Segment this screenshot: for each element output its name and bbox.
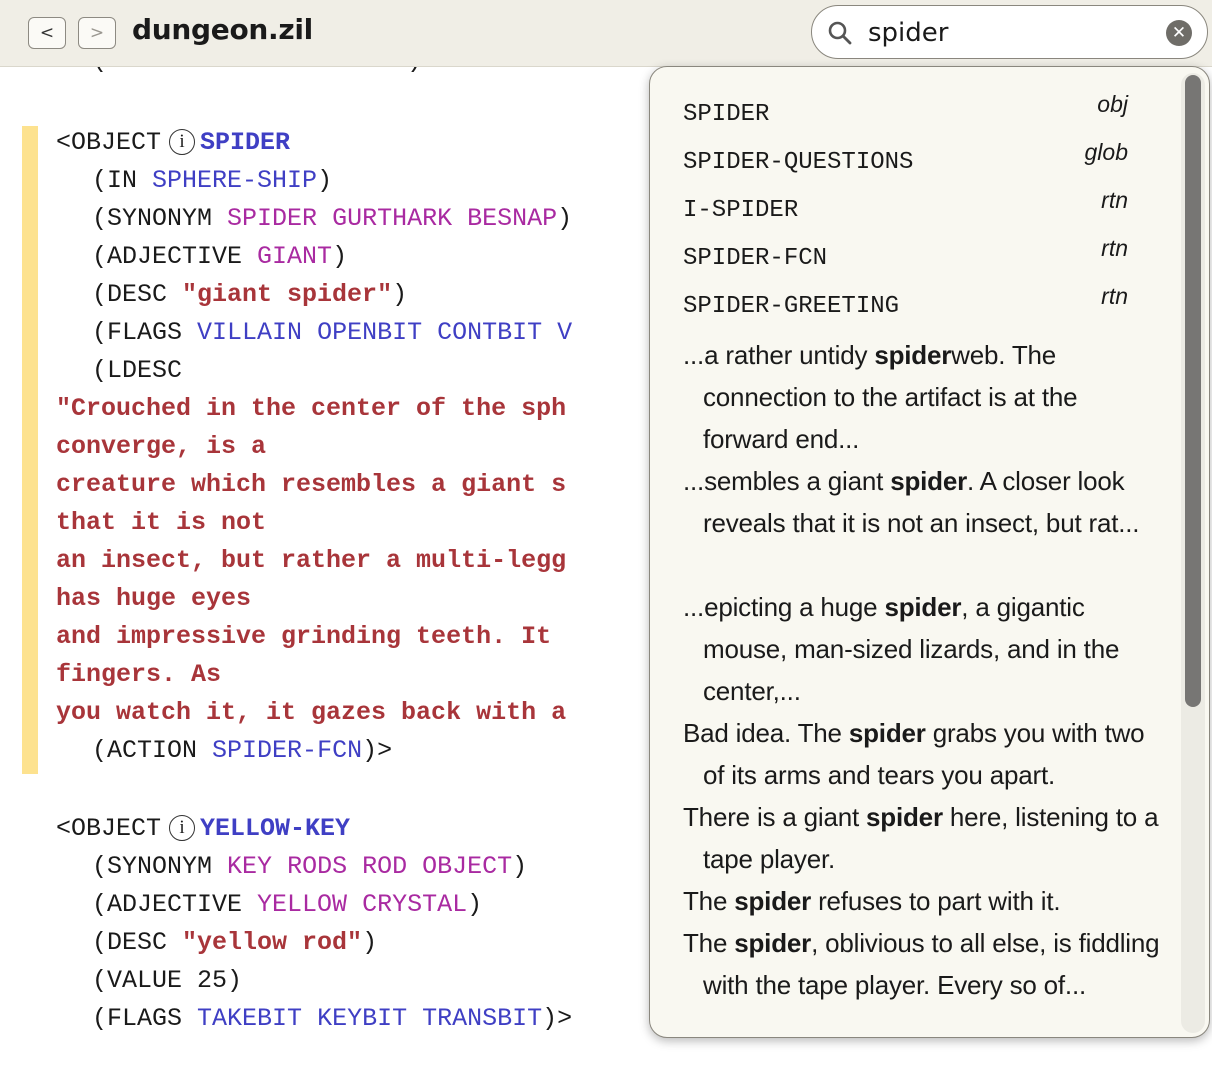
synonym-word: ROD [362,852,408,881]
synonym-word: BESNAP [467,204,558,233]
string-literal: creature which resembles a giant s [56,470,567,499]
symbol-result[interactable]: SPIDER obj [683,91,1128,139]
symbol-kind: obj [1097,91,1128,117]
symbol-result[interactable]: SPIDER-FCN rtn [683,235,1128,283]
string-literal: has huge eyes [56,584,252,613]
object-name[interactable]: SPIDER [200,128,290,157]
text-result[interactable]: ...epicting a huge spider, a gigantic mo… [683,586,1168,712]
identifier-link[interactable]: KEYBIT [317,1004,407,1033]
identifier-link[interactable]: SPIDER-FCN [212,736,362,765]
adjective-word: GIANT [257,242,333,271]
back-button[interactable]: < [28,17,66,49]
symbol-name: SPIDER-GREETING [683,293,900,320]
identifier-link[interactable]: TRANSBIT [422,1004,542,1033]
synonym-word: RODS [287,852,348,881]
synonym-word: GURTHARK [332,204,453,233]
text-result[interactable]: ...sembles a giant spider. A closer look… [683,460,1168,544]
text-result[interactable]: The spider refuses to part with it. [683,880,1168,922]
string-literal: "giant spider" [182,280,393,309]
identifier-link[interactable]: V [557,318,572,347]
toolbar: < > dungeon.zil spider ✕ [0,0,1212,67]
text-result[interactable]: ...a rather untidy spiderweb. The connec… [683,334,1168,460]
object-name[interactable]: YELLOW-KEY [200,814,350,843]
symbol-result[interactable]: SPIDER-QUESTIONS glob [683,139,1128,187]
match-highlight: spider [866,802,943,832]
symbol-name: SPIDER-QUESTIONS [683,149,914,176]
info-icon[interactable]: i [169,129,196,155]
symbol-name: SPIDER-FCN [683,245,828,272]
code-line: (ADJECTIVE GIANT) [92,242,348,271]
string-literal: that it is not [56,508,267,537]
code-line: (FLAGS TAKEBIT KEYBIT TRANSBIT)> [92,1004,573,1033]
current-definition-marker [22,126,38,774]
match-highlight: spider [874,340,952,370]
symbol-kind: rtn [1101,283,1128,309]
document-title: dungeon.zil [132,13,313,46]
flag-onbit: ONBIT [332,66,407,75]
object-header: <OBJECT i SPIDER [56,128,291,157]
symbol-name: SPIDER [683,101,770,128]
scrollbar-thumb[interactable] [1185,75,1201,707]
code-line: (LDESC [92,356,183,385]
text-result[interactable]: There is a giant spider here, listening … [683,796,1168,880]
forward-button[interactable]: > [78,17,116,49]
object-header: <OBJECT i YELLOW-KEY [56,814,351,843]
search-box[interactable]: spider ✕ [811,5,1208,59]
code-line: (SYNONYM KEY RODS ROD OBJECT) [92,852,528,881]
search-input[interactable]: spider [868,18,948,48]
adjective-word: CRYSTAL [362,890,468,919]
match-highlight: spider [734,928,812,958]
code-line: (ADJECTIVE YELLOW CRYSTAL) [92,890,483,919]
text-result[interactable]: Bad idea. The spider grabs you with two … [683,712,1168,796]
info-icon[interactable]: i [169,815,196,841]
code-line: (FLAGS VILLAIN OPENBIT CONTBIT V [92,318,573,347]
string-literal: converge, is a [56,432,267,461]
identifier-link[interactable]: CONTBIT [437,318,542,347]
code-line: (SYNONYM SPIDER GURTHARK BESNAP) [92,204,573,233]
synonym-word: OBJECT [422,852,513,881]
symbol-kind: rtn [1101,235,1128,261]
symbol-result[interactable]: I-SPIDER rtn [683,187,1128,235]
search-icon [828,21,852,45]
symbol-kind: glob [1084,139,1128,165]
string-literal: an insect, but rather a multi-legg [56,546,567,575]
identifier-link[interactable]: SPHERE-SHIP [152,166,317,195]
match-highlight: spider [848,718,926,748]
match-highlight: spider [884,592,962,622]
symbol-result[interactable]: SPIDER-GREETING rtn [683,283,1128,331]
identifier-link[interactable]: OPENBIT [317,318,422,347]
identifier-link[interactable]: VILLAIN [197,318,302,347]
match-highlight: spider [890,466,968,496]
code-line: (DESC "yellow rod") [92,928,378,957]
symbol-kind: rtn [1101,187,1128,213]
string-literal: and impressive grinding teeth. It [56,622,552,651]
clear-search-icon[interactable]: ✕ [1166,20,1192,46]
search-results-popup: SPIDER obj SPIDER-QUESTIONS glob I-SPIDE… [649,66,1210,1038]
code-line: (FLAGS RLANDBIT ONBIT)> [92,66,437,80]
chevron-left-icon: < [39,23,55,43]
match-highlight: spider [734,886,812,916]
string-literal: you watch it, it gazes back with a [56,698,567,727]
flag-rlandbit: RLANDBIT [197,66,317,75]
code-line: (ACTION SPIDER-FCN)> [92,736,393,765]
string-literal: "Crouched in the center of the sph [56,394,567,423]
text-result[interactable]: The spider, oblivious to all else, is fi… [683,922,1168,1006]
string-literal: fingers. As [56,660,222,689]
synonym-word: KEY [227,852,273,881]
code-line: (IN SPHERE-SHIP) [92,166,333,195]
adjective-word: YELLOW [257,890,348,919]
string-literal: "yellow rod" [182,928,363,957]
flags-label: (FLAGS [92,66,197,75]
code-line: (VALUE 25) [92,966,243,995]
synonym-word: SPIDER [227,204,318,233]
identifier-link[interactable]: TAKEBIT [197,1004,302,1033]
code-line: (DESC "giant spider") [92,280,408,309]
chevron-right-icon: > [89,23,105,43]
symbol-name: I-SPIDER [683,197,799,224]
